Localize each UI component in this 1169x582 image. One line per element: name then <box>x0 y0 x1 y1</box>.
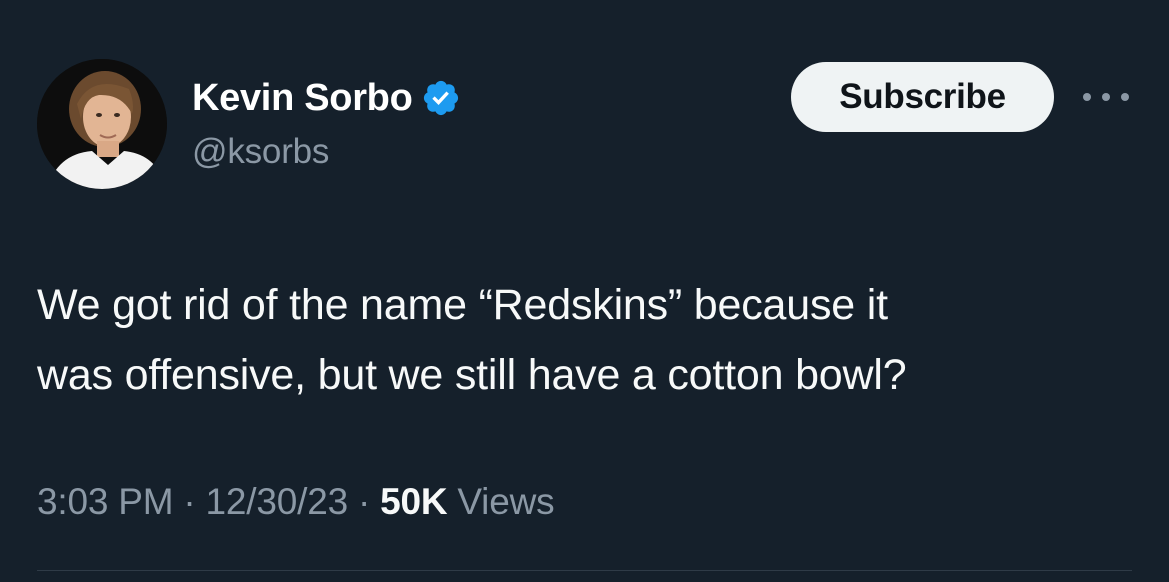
tweet-text-line-2: was offensive, but we still have a cotto… <box>37 351 907 399</box>
more-dot <box>1121 93 1129 101</box>
avatar[interactable] <box>37 59 167 189</box>
more-options-icon[interactable] <box>1083 82 1129 112</box>
author-display-name[interactable]: Kevin Sorbo <box>192 77 413 120</box>
tweet-date[interactable]: 12/30/23 <box>206 481 349 523</box>
tweet-metadata: 3:03 PM · 12/30/23 · 50K Views <box>37 481 555 523</box>
author-name-row: Kevin Sorbo <box>192 74 461 122</box>
separator: · <box>357 481 371 522</box>
views-label[interactable]: Views <box>457 481 554 523</box>
tweet-text-line-1: We got rid of the name “Redskins” becaus… <box>37 281 888 329</box>
views-count[interactable]: 50K <box>380 481 447 523</box>
tweet-text: We got rid of the name “Redskins” becaus… <box>37 270 1137 410</box>
tweet-time[interactable]: 3:03 PM <box>37 481 174 523</box>
more-dot <box>1102 93 1110 101</box>
separator: · <box>183 481 196 522</box>
subscribe-button[interactable]: Subscribe <box>791 62 1054 132</box>
tweet-card: Kevin Sorbo @ksorbs Subscribe We got rid… <box>0 0 1169 582</box>
more-dot <box>1083 93 1091 101</box>
author-handle[interactable]: @ksorbs <box>192 132 329 172</box>
divider <box>37 570 1132 571</box>
verified-badge-icon <box>423 80 458 116</box>
